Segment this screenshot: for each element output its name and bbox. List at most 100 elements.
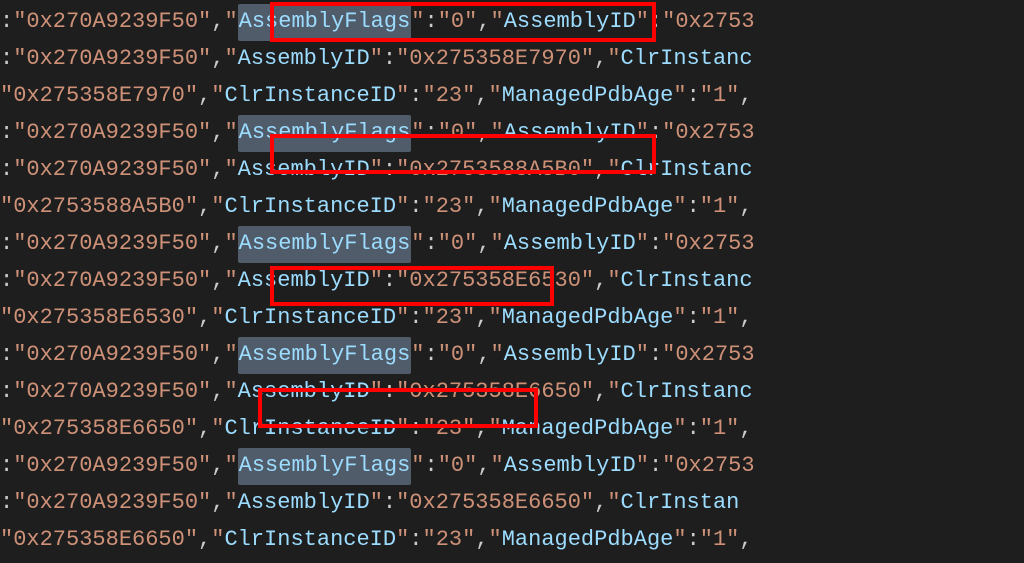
json-string: "0x275358E6530"	[396, 263, 594, 299]
punctuation: ,	[739, 78, 752, 114]
punctuation: ,	[477, 337, 490, 373]
punctuation: :	[649, 115, 662, 151]
code-line[interactable]: :"0x270A9239F50","AssemblyFlags":"0","As…	[0, 448, 1024, 485]
json-key: ClrInstanceID	[224, 522, 396, 558]
code-line[interactable]: "0x275358E6650","ClrInstanceID":"23","Ma…	[0, 411, 1024, 448]
code-line[interactable]: "0x275358E7970","ClrInstanceID":"23","Ma…	[0, 78, 1024, 115]
punctuation: ,	[594, 263, 607, 299]
punctuation: :	[0, 263, 13, 299]
json-key: ClrInstanc	[621, 152, 753, 188]
json-string: "0x2753	[662, 226, 754, 262]
code-line[interactable]: :"0x270A9239F50","AssemblyID":"0x275358E…	[0, 263, 1024, 300]
punctuation: :	[0, 115, 13, 151]
punctuation: :	[0, 374, 13, 410]
json-string: "0"	[438, 226, 478, 262]
json-key: ManagedPdbAge	[502, 522, 674, 558]
json-key: AssemblyID	[504, 115, 636, 151]
json-string: "	[411, 115, 424, 151]
json-string: "	[211, 78, 224, 114]
json-string: "	[224, 448, 237, 484]
json-string: "	[636, 448, 649, 484]
punctuation: ,	[211, 448, 224, 484]
json-string: "	[224, 485, 237, 521]
punctuation: ,	[211, 226, 224, 262]
json-key: ClrInstanceID	[224, 189, 396, 225]
json-string: "	[673, 522, 686, 558]
json-string: "0x270A9239F50"	[13, 41, 211, 77]
punctuation: ,	[198, 78, 211, 114]
code-line[interactable]: "0x275358E6530","ClrInstanceID":"23","Ma…	[0, 300, 1024, 337]
code-line[interactable]: "0x275358E6650","ClrInstanceID":"23","Ma…	[0, 522, 1024, 559]
json-string: "0x2753	[662, 4, 754, 40]
json-string: "23"	[423, 522, 476, 558]
json-string: "	[489, 300, 502, 336]
json-string: "0"	[438, 448, 478, 484]
punctuation: ,	[211, 41, 224, 77]
json-string: "0x2753	[662, 337, 754, 373]
json-string: "	[636, 226, 649, 262]
code-line[interactable]: :"0x270A9239F50","AssemblyID":"0x2753588…	[0, 152, 1024, 189]
json-string: "	[370, 41, 383, 77]
json-key-highlighted: AssemblyFlags	[238, 337, 412, 373]
json-string: "1"	[700, 411, 740, 447]
code-line[interactable]: :"0x270A9239F50","AssemblyID":"0x275358E…	[0, 374, 1024, 411]
punctuation: :	[0, 485, 13, 521]
punctuation: :	[383, 152, 396, 188]
json-string: "0x270A9239F50"	[13, 485, 211, 521]
json-string: "1"	[700, 78, 740, 114]
json-string: "	[224, 263, 237, 299]
json-string: "23"	[423, 189, 476, 225]
punctuation: :	[649, 226, 662, 262]
punctuation: :	[383, 263, 396, 299]
json-string: "	[636, 115, 649, 151]
punctuation: :	[0, 337, 13, 373]
json-string: "	[491, 4, 504, 40]
code-line[interactable]: :"0x270A9239F50","AssemblyID":"0x275358E…	[0, 41, 1024, 78]
json-string: "0x275358E6650"	[396, 374, 594, 410]
json-string: "0x275358E6530"	[0, 300, 198, 336]
json-key: ClrInstanceID	[224, 78, 396, 114]
json-string: "	[491, 115, 504, 151]
json-string: "0x270A9239F50"	[13, 115, 211, 151]
json-string: "	[396, 411, 409, 447]
code-line[interactable]: :"0x270A9239F50","AssemblyFlags":"0","As…	[0, 337, 1024, 374]
json-key: AssemblyID	[238, 263, 370, 299]
punctuation: ,	[211, 263, 224, 299]
punctuation: :	[383, 374, 396, 410]
json-string: "	[211, 189, 224, 225]
punctuation: :	[0, 41, 13, 77]
punctuation: :	[409, 522, 422, 558]
json-string: "0x2753588A5B0"	[0, 189, 198, 225]
json-key: ClrInstanc	[621, 374, 753, 410]
punctuation: :	[0, 226, 13, 262]
json-string: "0"	[438, 337, 478, 373]
code-viewer[interactable]: :"0x270A9239F50","AssemblyFlags":"0","As…	[0, 0, 1024, 563]
code-line[interactable]: :"0x270A9239F50","AssemblyFlags":"0","As…	[0, 4, 1024, 41]
punctuation: ,	[211, 4, 224, 40]
punctuation: ,	[594, 374, 607, 410]
punctuation: :	[687, 300, 700, 336]
json-string: "23"	[423, 78, 476, 114]
code-line[interactable]: :"0x270A9239F50","AssemblyFlags":"0","As…	[0, 115, 1024, 152]
json-key: ManagedPdbAge	[502, 78, 674, 114]
punctuation: :	[0, 4, 13, 40]
punctuation: ,	[211, 115, 224, 151]
json-key-highlighted: AssemblyFlags	[238, 115, 412, 151]
json-string: "	[224, 115, 237, 151]
punctuation: ,	[475, 522, 488, 558]
punctuation: :	[687, 522, 700, 558]
json-string: "0x275358E6650"	[0, 411, 198, 447]
punctuation: ,	[198, 411, 211, 447]
punctuation: ,	[477, 226, 490, 262]
punctuation: :	[409, 411, 422, 447]
json-key: ClrInstanc	[621, 41, 753, 77]
code-line[interactable]: :"0x270A9239F50","AssemblyFlags":"0","As…	[0, 226, 1024, 263]
json-string: "	[224, 41, 237, 77]
code-line[interactable]: :"0x270A9239F50","AssemblyID":"0x275358E…	[0, 485, 1024, 522]
json-key-highlighted: AssemblyFlags	[238, 448, 412, 484]
json-string: "	[211, 300, 224, 336]
json-string: "	[491, 448, 504, 484]
json-string: "	[673, 189, 686, 225]
punctuation: :	[409, 189, 422, 225]
code-line[interactable]: "0x2753588A5B0","ClrInstanceID":"23","Ma…	[0, 189, 1024, 226]
